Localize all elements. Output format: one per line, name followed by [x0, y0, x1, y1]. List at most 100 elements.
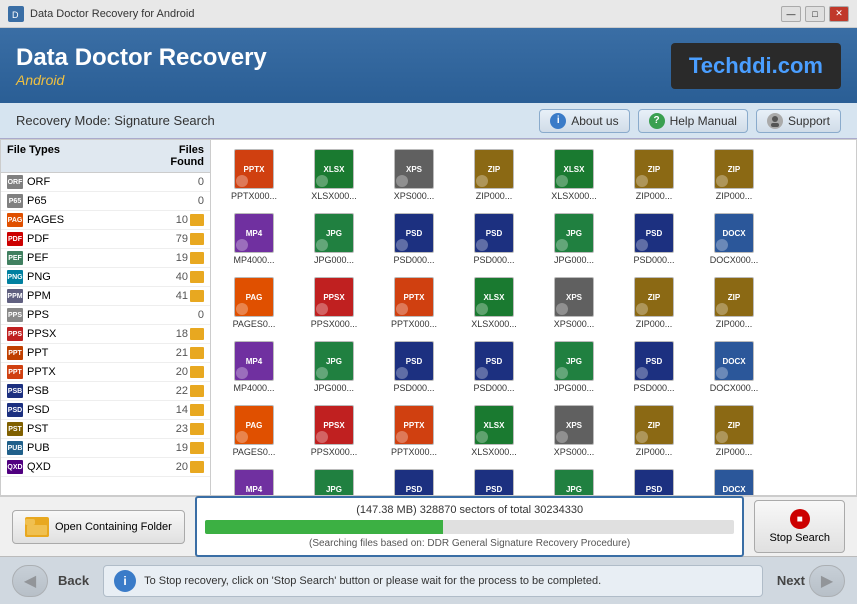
file-type-icon: PEF — [7, 251, 23, 265]
grid-file-item[interactable]: PPTX PPTX000... — [215, 144, 293, 206]
file-thumbnail: XLSX — [554, 149, 594, 189]
file-thumbnail: PSD — [634, 341, 674, 381]
close-button[interactable]: ✕ — [829, 6, 849, 22]
file-type-icon: PNG — [7, 270, 23, 284]
grid-file-item[interactable]: PSD PSD000... — [615, 208, 693, 270]
grid-file-item[interactable]: DOCX DOCX000... — [695, 208, 773, 270]
list-item[interactable]: PPS PPSX 18 — [1, 325, 210, 344]
grid-file-item[interactable]: ZIP ZIP000... — [615, 400, 693, 462]
open-containing-folder-button[interactable]: Open Containing Folder — [12, 510, 185, 544]
progress-bar-container — [205, 520, 735, 534]
list-item[interactable]: ORF ORF 0 — [1, 173, 210, 192]
grid-file-item[interactable]: ZIP ZIP000... — [695, 272, 773, 334]
list-item[interactable]: PUB PUB 19 — [1, 439, 210, 458]
grid-file-item[interactable]: DOCX DOCX000... — [695, 336, 773, 398]
grid-file-item[interactable]: JPG JPG000... — [295, 464, 373, 495]
grid-file-item[interactable]: PSD PSD000... — [375, 208, 453, 270]
file-thumbnail: PSD — [634, 213, 674, 253]
grid-file-item[interactable]: MP4 MP4000... — [215, 464, 293, 495]
grid-file-item[interactable]: JPG JPG000... — [535, 464, 613, 495]
list-item[interactable]: PDF PDF 79 — [1, 230, 210, 249]
file-type-icon: PDF — [7, 232, 23, 246]
list-item[interactable]: PNG PNG 40 — [1, 268, 210, 287]
grid-file-item[interactable]: MP4 MP4000... — [215, 336, 293, 398]
file-type-name: PSB — [27, 385, 128, 397]
minimize-button[interactable]: — — [781, 6, 801, 22]
list-item[interactable]: PEF PEF 19 — [1, 249, 210, 268]
file-count: 40 — [128, 271, 188, 283]
grid-file-item[interactable]: XLSX XLSX000... — [535, 144, 613, 206]
back-arrow-button[interactable]: ◀ — [12, 565, 48, 597]
file-label: ZIP000... — [636, 447, 673, 457]
progress-sub-text: (Searching files based on: DDR General S… — [205, 538, 735, 549]
list-item[interactable]: P65 P65 0 — [1, 192, 210, 211]
file-type-icon: P65 — [7, 194, 23, 208]
list-item[interactable]: PAG PAGES 10 — [1, 211, 210, 230]
list-item[interactable]: PST PST 23 — [1, 420, 210, 439]
stop-search-label: Stop Search — [769, 532, 830, 544]
about-us-button[interactable]: i About us — [539, 109, 629, 133]
next-arrow-button[interactable]: ▶ — [809, 565, 845, 597]
grid-file-item[interactable]: PPTX PPTX000... — [375, 272, 453, 334]
list-item[interactable]: PPS PPS 0 — [1, 306, 210, 325]
grid-file-item[interactable]: PSD PSD000... — [375, 464, 453, 495]
grid-file-item[interactable]: PSD PSD000... — [455, 336, 533, 398]
support-icon — [767, 113, 783, 129]
file-type-name: PPT — [27, 347, 128, 359]
grid-file-item[interactable]: DOCX DOCX000... — [695, 464, 773, 495]
grid-file-item[interactable]: ZIP ZIP000... — [455, 144, 533, 206]
grid-file-item[interactable]: ZIP ZIP000... — [695, 400, 773, 462]
grid-file-item[interactable]: PPSX PPSX000... — [295, 400, 373, 462]
list-item[interactable]: PSD PSD 14 — [1, 401, 210, 420]
file-type-name: PST — [27, 423, 128, 435]
grid-file-item[interactable]: ZIP ZIP000... — [695, 144, 773, 206]
grid-file-item[interactable]: ZIP ZIP000... — [615, 144, 693, 206]
grid-file-item[interactable]: JPG JPG000... — [295, 336, 373, 398]
file-label: PPSX000... — [311, 319, 358, 329]
file-label: PPTX000... — [391, 447, 437, 457]
next-section: Next ▶ — [773, 565, 845, 597]
file-type-icon: PPT — [7, 346, 23, 360]
grid-file-item[interactable]: PSD PSD000... — [455, 208, 533, 270]
progress-info-text: (147.38 MB) 328870 sectors of total 3023… — [205, 504, 735, 516]
count-bar — [190, 214, 204, 226]
grid-file-item[interactable]: XLSX XLSX000... — [455, 272, 533, 334]
grid-file-item[interactable]: XPS XPS000... — [375, 144, 453, 206]
list-item[interactable]: PSB PSB 22 — [1, 382, 210, 401]
grid-file-item[interactable]: PPSX PPSX000... — [295, 272, 373, 334]
grid-file-item[interactable]: JPG JPG000... — [295, 208, 373, 270]
stop-search-button[interactable]: Stop Search — [754, 500, 845, 553]
maximize-button[interactable]: □ — [805, 6, 825, 22]
file-thumbnail: MP4 — [234, 341, 274, 381]
file-thumbnail: JPG — [554, 469, 594, 495]
grid-file-item[interactable]: PSD PSD000... — [615, 464, 693, 495]
list-item[interactable]: PPT PPT 21 — [1, 344, 210, 363]
grid-file-item[interactable]: PAG PAGES0... — [215, 272, 293, 334]
help-manual-button[interactable]: ? Help Manual — [638, 109, 748, 133]
file-type-name: QXD — [27, 461, 128, 473]
window-controls[interactable]: — □ ✕ — [781, 6, 849, 22]
grid-file-item[interactable]: JPG JPG000... — [535, 336, 613, 398]
grid-file-item[interactable]: XLSX XLSX000... — [455, 400, 533, 462]
grid-file-item[interactable]: JPG JPG000... — [535, 208, 613, 270]
list-item[interactable]: QXD QXD 20 — [1, 458, 210, 477]
file-count: 14 — [128, 404, 188, 416]
grid-file-item[interactable]: PSD PSD000... — [455, 464, 533, 495]
grid-file-item[interactable]: XPS XPS000... — [535, 400, 613, 462]
grid-file-item[interactable]: PPTX PPTX000... — [375, 400, 453, 462]
file-type-name: ORF — [27, 176, 144, 188]
list-item[interactable]: PPM PPM 41 — [1, 287, 210, 306]
file-count: 20 — [128, 461, 188, 473]
grid-file-item[interactable]: MP4 MP4000... — [215, 208, 293, 270]
support-button[interactable]: Support — [756, 109, 841, 133]
file-thumbnail: ZIP — [634, 149, 674, 189]
grid-file-item[interactable]: PAG PAGES0... — [215, 400, 293, 462]
grid-file-item[interactable]: ZIP ZIP000... — [615, 272, 693, 334]
grid-file-item[interactable]: XPS XPS000... — [535, 272, 613, 334]
list-item[interactable]: PPT PPTX 20 — [1, 363, 210, 382]
file-thumbnail: DOCX — [714, 469, 754, 495]
grid-file-item[interactable]: PSD PSD000... — [615, 336, 693, 398]
grid-file-item[interactable]: XLSX XLSX000... — [295, 144, 373, 206]
grid-file-item[interactable]: PSD PSD000... — [375, 336, 453, 398]
file-grid-panel[interactable]: PPTX PPTX000... XLSX XLSX000... XPS XPS0… — [211, 140, 856, 495]
